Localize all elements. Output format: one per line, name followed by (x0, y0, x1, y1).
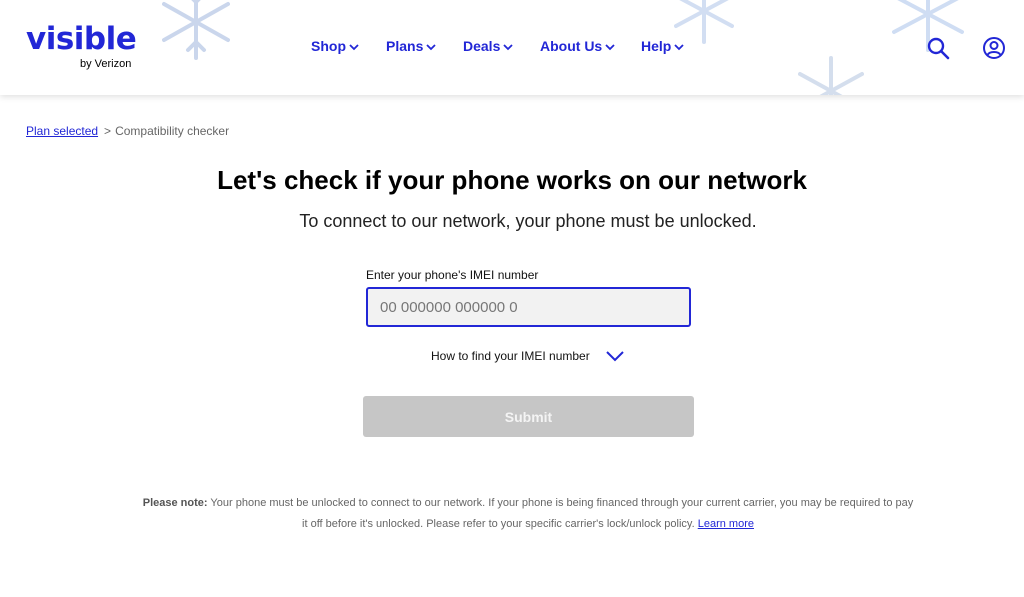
note-prefix: Please note: (142, 497, 208, 509)
account-icon[interactable] (982, 36, 1006, 60)
chevron-down-icon (426, 43, 436, 50)
nav-deals[interactable]: Deals (463, 38, 513, 54)
nav-label: Shop (311, 38, 346, 54)
chevron-down-icon (674, 43, 684, 50)
page-subtitle: To connect to our network, your phone mu… (299, 211, 757, 231)
search-icon[interactable] (926, 36, 950, 60)
nav-plans[interactable]: Plans (386, 38, 436, 54)
snowflake-decoration (798, 56, 864, 95)
nav-label: About Us (540, 38, 603, 54)
nav-label: Help (641, 38, 672, 54)
chevron-down-icon (349, 43, 359, 50)
imei-help-label: How to find your IMEI number (431, 349, 590, 363)
chevron-down-icon (605, 43, 615, 50)
breadcrumb-link-plan-selected[interactable]: Plan selected (26, 124, 98, 138)
breadcrumb: Plan selected > Compatibility checker (26, 124, 229, 138)
visible-logo[interactable]: visible by Verizon (26, 22, 146, 72)
nav-label: Plans (386, 38, 424, 54)
submit-button[interactable]: Submit (363, 396, 694, 437)
learn-more-link[interactable]: Learn more (698, 518, 754, 530)
nav-about-us[interactable]: About Us (540, 38, 615, 54)
nav-help[interactable]: Help (641, 38, 684, 54)
imei-label: Enter your phone's IMEI number (366, 268, 539, 282)
chevron-down-icon (503, 43, 513, 50)
note-text: Your phone must be unlocked to connect t… (207, 497, 914, 530)
imei-input[interactable] (366, 287, 691, 327)
nav-shop[interactable]: Shop (311, 38, 359, 54)
breadcrumb-current: Compatibility checker (115, 124, 230, 138)
site-header: visible by Verizon Shop Plans Deals Abou… (0, 0, 1024, 95)
page-title: Let's check if your phone works on our n… (217, 165, 807, 195)
logo-subtitle: by Verizon (80, 58, 132, 70)
chevron-down-icon (606, 351, 624, 362)
snowflake-decoration (162, 0, 230, 60)
logo-wordmark: visible (26, 21, 137, 57)
unlock-note: Please note: Your phone must be unlocked… (140, 493, 916, 535)
imei-help-toggle[interactable]: How to find your IMEI number (431, 349, 624, 363)
nav-label: Deals (463, 38, 501, 54)
breadcrumb-separator: > (104, 124, 112, 138)
